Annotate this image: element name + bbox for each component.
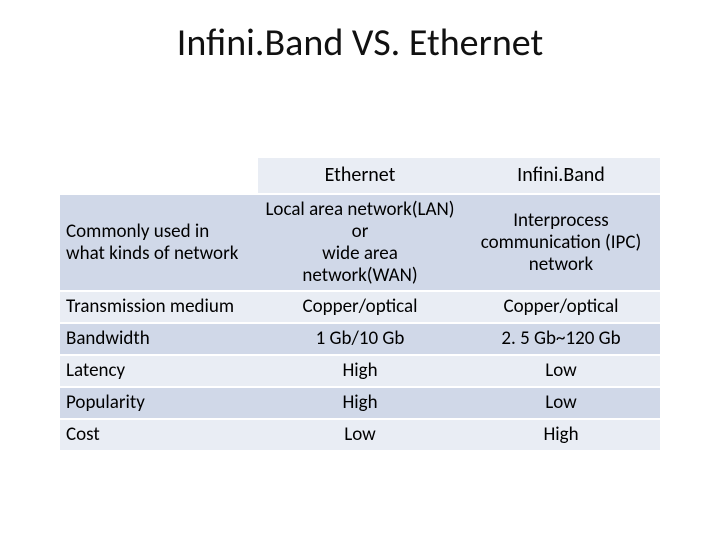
comparison-table: Ethernet Infini.Band Commonly used in wh… xyxy=(60,156,660,452)
table-row: Commonly used in what kinds of network L… xyxy=(60,194,660,291)
slide: Infini.Band VS. Ethernet Ethernet Infini… xyxy=(0,0,720,540)
col-header-ethernet: Ethernet xyxy=(258,157,462,194)
cell-line: network xyxy=(468,254,654,276)
row-label: Latency xyxy=(60,355,258,387)
cell-line: Local area network(LAN) xyxy=(264,199,456,221)
row-label: Commonly used in what kinds of network xyxy=(60,194,258,291)
cell-ethernet: 1 Gb/10 Gb xyxy=(258,323,462,355)
cell-infiniband: 2. 5 Gb~120 Gb xyxy=(462,323,660,355)
cell-infiniband: High xyxy=(462,419,660,451)
col-header-empty xyxy=(60,157,258,194)
cell-ethernet: Low xyxy=(258,419,462,451)
cell-line: Interprocess xyxy=(468,210,654,232)
table-row: Bandwidth 1 Gb/10 Gb 2. 5 Gb~120 Gb xyxy=(60,323,660,355)
cell-ethernet: High xyxy=(258,387,462,419)
page-title: Infini.Band VS. Ethernet xyxy=(60,20,660,66)
table-row: Transmission medium Copper/optical Coppe… xyxy=(60,291,660,323)
row-label: Popularity xyxy=(60,387,258,419)
row-label: Transmission medium xyxy=(60,291,258,323)
col-header-infiniband: Infini.Band xyxy=(462,157,660,194)
cell-ethernet: Copper/optical xyxy=(258,291,462,323)
cell-line: communication (IPC) xyxy=(468,232,654,254)
cell-infiniband: Low xyxy=(462,387,660,419)
row-label: Cost xyxy=(60,419,258,451)
table-row: Popularity High Low xyxy=(60,387,660,419)
cell-line: or xyxy=(264,221,456,243)
row-label: Bandwidth xyxy=(60,323,258,355)
cell-infiniband: Low xyxy=(462,355,660,387)
cell-ethernet: Local area network(LAN) or wide area net… xyxy=(258,194,462,291)
table-header-row: Ethernet Infini.Band xyxy=(60,157,660,194)
cell-infiniband: Copper/optical xyxy=(462,291,660,323)
cell-line: wide area network(WAN) xyxy=(264,243,456,287)
table-row: Cost Low High xyxy=(60,419,660,451)
cell-infiniband: Interprocess communication (IPC) network xyxy=(462,194,660,291)
cell-ethernet: High xyxy=(258,355,462,387)
table-row: Latency High Low xyxy=(60,355,660,387)
